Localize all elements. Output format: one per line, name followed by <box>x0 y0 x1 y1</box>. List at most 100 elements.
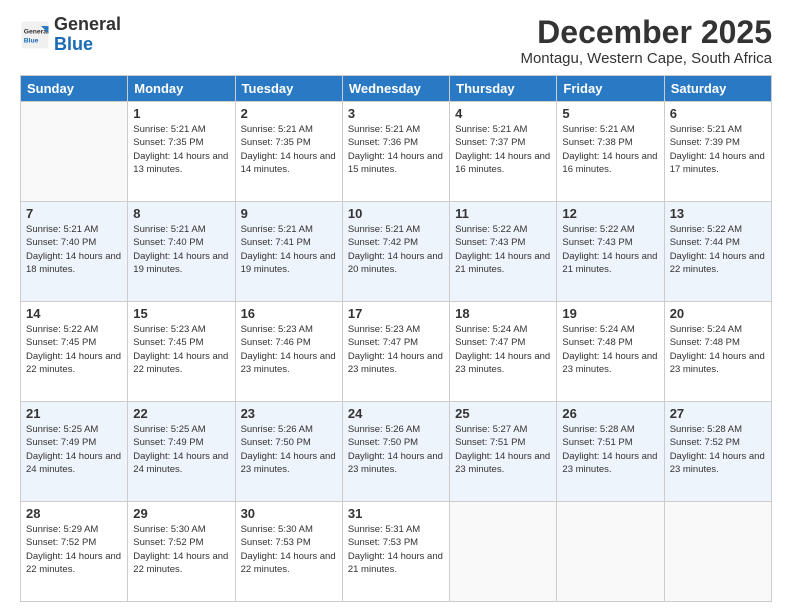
day-info: Sunrise: 5:24 AM Sunset: 7:48 PM Dayligh… <box>670 323 766 376</box>
day-info: Sunrise: 5:23 AM Sunset: 7:45 PM Dayligh… <box>133 323 229 376</box>
day-number: 27 <box>670 406 766 421</box>
daylight-text: Daylight: 14 hours and 22 minutes. <box>670 250 766 277</box>
day-number: 1 <box>133 106 229 121</box>
day-number: 16 <box>241 306 337 321</box>
day-number: 23 <box>241 406 337 421</box>
table-row <box>450 502 557 602</box>
day-number: 7 <box>26 206 122 221</box>
sunrise-text: Sunrise: 5:23 AM <box>241 323 337 336</box>
table-row: 21 Sunrise: 5:25 AM Sunset: 7:49 PM Dayl… <box>21 402 128 502</box>
table-row: 8 Sunrise: 5:21 AM Sunset: 7:40 PM Dayli… <box>128 202 235 302</box>
daylight-text: Daylight: 14 hours and 19 minutes. <box>133 250 229 277</box>
daylight-text: Daylight: 14 hours and 13 minutes. <box>133 150 229 177</box>
daylight-text: Daylight: 14 hours and 17 minutes. <box>670 150 766 177</box>
daylight-text: Daylight: 14 hours and 22 minutes. <box>241 550 337 577</box>
day-number: 5 <box>562 106 658 121</box>
calendar-week-row: 14 Sunrise: 5:22 AM Sunset: 7:45 PM Dayl… <box>21 302 772 402</box>
sunset-text: Sunset: 7:49 PM <box>133 436 229 449</box>
sunset-text: Sunset: 7:41 PM <box>241 236 337 249</box>
sunrise-text: Sunrise: 5:21 AM <box>133 223 229 236</box>
day-info: Sunrise: 5:22 AM Sunset: 7:44 PM Dayligh… <box>670 223 766 276</box>
sunrise-text: Sunrise: 5:30 AM <box>241 523 337 536</box>
day-number: 10 <box>348 206 444 221</box>
day-info: Sunrise: 5:21 AM Sunset: 7:35 PM Dayligh… <box>241 123 337 176</box>
table-row: 23 Sunrise: 5:26 AM Sunset: 7:50 PM Dayl… <box>235 402 342 502</box>
sunset-text: Sunset: 7:48 PM <box>562 336 658 349</box>
sunrise-text: Sunrise: 5:26 AM <box>348 423 444 436</box>
day-number: 15 <box>133 306 229 321</box>
day-number: 26 <box>562 406 658 421</box>
day-info: Sunrise: 5:21 AM Sunset: 7:40 PM Dayligh… <box>26 223 122 276</box>
day-info: Sunrise: 5:21 AM Sunset: 7:41 PM Dayligh… <box>241 223 337 276</box>
day-info: Sunrise: 5:21 AM Sunset: 7:38 PM Dayligh… <box>562 123 658 176</box>
calendar-week-row: 21 Sunrise: 5:25 AM Sunset: 7:49 PM Dayl… <box>21 402 772 502</box>
sunset-text: Sunset: 7:43 PM <box>455 236 551 249</box>
calendar-header-row: Sunday Monday Tuesday Wednesday Thursday… <box>21 76 772 102</box>
svg-text:Blue: Blue <box>24 37 39 44</box>
sunset-text: Sunset: 7:45 PM <box>133 336 229 349</box>
sunset-text: Sunset: 7:53 PM <box>348 536 444 549</box>
table-row: 13 Sunrise: 5:22 AM Sunset: 7:44 PM Dayl… <box>664 202 771 302</box>
day-number: 3 <box>348 106 444 121</box>
daylight-text: Daylight: 14 hours and 23 minutes. <box>348 450 444 477</box>
sunrise-text: Sunrise: 5:21 AM <box>455 123 551 136</box>
sunrise-text: Sunrise: 5:21 AM <box>133 123 229 136</box>
day-info: Sunrise: 5:28 AM Sunset: 7:51 PM Dayligh… <box>562 423 658 476</box>
logo: General Blue General Blue <box>20 15 121 55</box>
sunset-text: Sunset: 7:51 PM <box>455 436 551 449</box>
sunrise-text: Sunrise: 5:29 AM <box>26 523 122 536</box>
daylight-text: Daylight: 14 hours and 23 minutes. <box>562 350 658 377</box>
calendar-week-row: 7 Sunrise: 5:21 AM Sunset: 7:40 PM Dayli… <box>21 202 772 302</box>
table-row: 17 Sunrise: 5:23 AM Sunset: 7:47 PM Dayl… <box>342 302 449 402</box>
sunrise-text: Sunrise: 5:28 AM <box>670 423 766 436</box>
daylight-text: Daylight: 14 hours and 15 minutes. <box>348 150 444 177</box>
col-friday: Friday <box>557 76 664 102</box>
sunset-text: Sunset: 7:51 PM <box>562 436 658 449</box>
daylight-text: Daylight: 14 hours and 22 minutes. <box>133 350 229 377</box>
daylight-text: Daylight: 14 hours and 14 minutes. <box>241 150 337 177</box>
sunrise-text: Sunrise: 5:21 AM <box>241 123 337 136</box>
daylight-text: Daylight: 14 hours and 23 minutes. <box>241 350 337 377</box>
sunset-text: Sunset: 7:36 PM <box>348 136 444 149</box>
day-number: 28 <box>26 506 122 521</box>
day-number: 31 <box>348 506 444 521</box>
table-row: 20 Sunrise: 5:24 AM Sunset: 7:48 PM Dayl… <box>664 302 771 402</box>
day-number: 12 <box>562 206 658 221</box>
day-number: 25 <box>455 406 551 421</box>
day-info: Sunrise: 5:25 AM Sunset: 7:49 PM Dayligh… <box>26 423 122 476</box>
daylight-text: Daylight: 14 hours and 24 minutes. <box>26 450 122 477</box>
sunrise-text: Sunrise: 5:26 AM <box>241 423 337 436</box>
title-section: December 2025 Montagu, Western Cape, Sou… <box>520 15 772 67</box>
table-row: 30 Sunrise: 5:30 AM Sunset: 7:53 PM Dayl… <box>235 502 342 602</box>
sunset-text: Sunset: 7:37 PM <box>455 136 551 149</box>
day-info: Sunrise: 5:29 AM Sunset: 7:52 PM Dayligh… <box>26 523 122 576</box>
day-number: 6 <box>670 106 766 121</box>
sunset-text: Sunset: 7:50 PM <box>241 436 337 449</box>
daylight-text: Daylight: 14 hours and 23 minutes. <box>670 450 766 477</box>
day-number: 4 <box>455 106 551 121</box>
day-number: 8 <box>133 206 229 221</box>
sunset-text: Sunset: 7:44 PM <box>670 236 766 249</box>
sunset-text: Sunset: 7:52 PM <box>670 436 766 449</box>
sunrise-text: Sunrise: 5:28 AM <box>562 423 658 436</box>
sunset-text: Sunset: 7:42 PM <box>348 236 444 249</box>
daylight-text: Daylight: 14 hours and 20 minutes. <box>348 250 444 277</box>
sunrise-text: Sunrise: 5:24 AM <box>670 323 766 336</box>
table-row: 16 Sunrise: 5:23 AM Sunset: 7:46 PM Dayl… <box>235 302 342 402</box>
day-info: Sunrise: 5:21 AM Sunset: 7:36 PM Dayligh… <box>348 123 444 176</box>
location-subtitle: Montagu, Western Cape, South Africa <box>520 50 772 67</box>
sunrise-text: Sunrise: 5:30 AM <box>133 523 229 536</box>
calendar-week-row: 28 Sunrise: 5:29 AM Sunset: 7:52 PM Dayl… <box>21 502 772 602</box>
logo-text: General Blue <box>54 15 121 55</box>
day-info: Sunrise: 5:30 AM Sunset: 7:52 PM Dayligh… <box>133 523 229 576</box>
day-info: Sunrise: 5:22 AM Sunset: 7:43 PM Dayligh… <box>562 223 658 276</box>
table-row: 14 Sunrise: 5:22 AM Sunset: 7:45 PM Dayl… <box>21 302 128 402</box>
day-info: Sunrise: 5:22 AM Sunset: 7:43 PM Dayligh… <box>455 223 551 276</box>
table-row: 1 Sunrise: 5:21 AM Sunset: 7:35 PM Dayli… <box>128 102 235 202</box>
calendar-week-row: 1 Sunrise: 5:21 AM Sunset: 7:35 PM Dayli… <box>21 102 772 202</box>
daylight-text: Daylight: 14 hours and 22 minutes. <box>26 350 122 377</box>
col-monday: Monday <box>128 76 235 102</box>
daylight-text: Daylight: 14 hours and 16 minutes. <box>562 150 658 177</box>
table-row: 4 Sunrise: 5:21 AM Sunset: 7:37 PM Dayli… <box>450 102 557 202</box>
table-row: 2 Sunrise: 5:21 AM Sunset: 7:35 PM Dayli… <box>235 102 342 202</box>
